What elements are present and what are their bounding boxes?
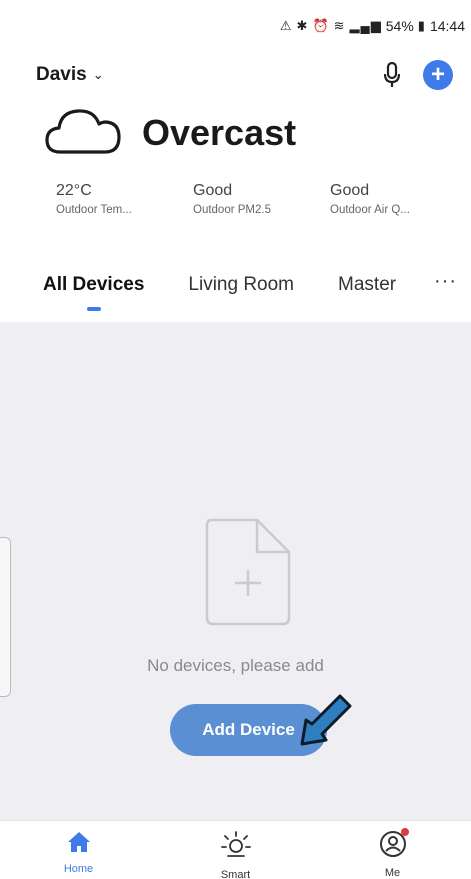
chevron-down-icon: ⌄ [92, 67, 104, 82]
battery-icon: ▮ [417, 18, 426, 33]
user-icon [379, 828, 409, 863]
tab-living-room[interactable]: Living Room [188, 262, 294, 296]
home-name-label: Davis [36, 64, 87, 85]
room-tabs: All Devices Living Room Master [0, 262, 471, 322]
nav-home[interactable]: Home [0, 821, 157, 879]
stat-label: Outdoor PM2.5 [193, 204, 271, 216]
nav-smart[interactable]: Smart [157, 821, 314, 879]
nav-label: Home [63, 863, 94, 875]
empty-state-message: No devices, please add [147, 656, 324, 675]
stat-value: 22°C [56, 182, 92, 199]
weather-condition: Overcast [142, 111, 297, 153]
wifi-icon: ≋ [333, 18, 346, 33]
stat-value: Good [193, 182, 233, 199]
microphone-icon[interactable] [383, 62, 401, 88]
more-tabs-icon[interactable]: ··· [434, 270, 457, 293]
tab-all-devices[interactable]: All Devices [43, 262, 144, 296]
weather-panel: Overcast 22°C Outdoor Tem... Good Outdoo… [0, 98, 471, 250]
sun-icon [220, 830, 251, 865]
nav-label: Smart [220, 869, 251, 879]
app-header: Davis ⌄ + [0, 52, 471, 98]
signal-icon: ▂▄▆ [349, 18, 382, 33]
add-icon-button[interactable]: + [423, 60, 453, 90]
home-selector[interactable]: Davis ⌄ [36, 64, 104, 86]
nav-me[interactable]: Me [314, 821, 471, 879]
notification-badge [400, 828, 409, 836]
bluetooth-icon: ✱ [296, 18, 309, 33]
alarm-icon: ⏰ [312, 18, 330, 33]
stat-outdoor-temperature: 22°C Outdoor Tem... [56, 182, 193, 216]
arrow-pointer-icon [296, 692, 352, 753]
status-bar: ⚠ ✱ ⏰ ≋ ▂▄▆ 54% ▮ 14:44 [0, 0, 471, 52]
stat-value: Good [330, 182, 370, 199]
add-document-icon [205, 518, 291, 631]
device-list-area: No devices, please add Add Device [0, 322, 471, 820]
stat-label: Outdoor Tem... [56, 204, 132, 216]
stat-outdoor-pm25: Good Outdoor PM2.5 [193, 182, 330, 216]
tab-master[interactable]: Master [338, 262, 396, 296]
status-time: 14:44 [429, 18, 465, 34]
cloud-icon [44, 104, 122, 161]
home-icon [66, 830, 92, 859]
weather-stats: 22°C Outdoor Tem... Good Outdoor PM2.5 G… [56, 182, 467, 216]
nav-label: Me [384, 867, 401, 879]
triangle-alert-icon: ⚠ [279, 18, 293, 33]
stat-label: Outdoor Air Q... [330, 204, 410, 216]
battery-percentage: 54% [385, 18, 414, 34]
bottom-navigation: Home Smart Me [0, 820, 471, 879]
stat-outdoor-air-quality: Good Outdoor Air Q... [330, 182, 467, 216]
